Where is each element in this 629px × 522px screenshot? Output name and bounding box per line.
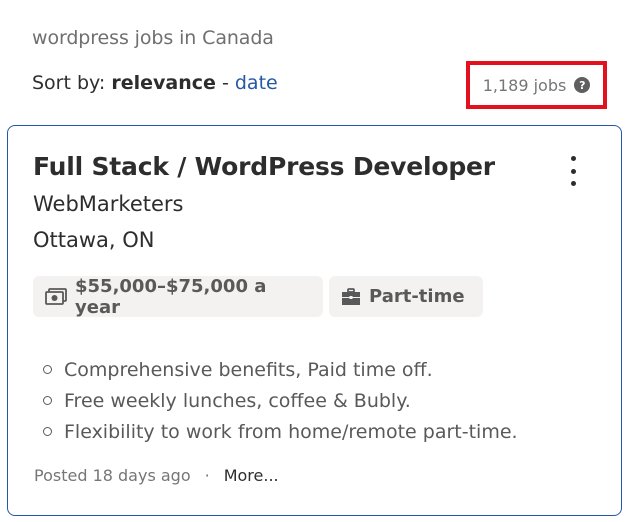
- kebab-menu-icon[interactable]: [564, 154, 582, 188]
- footer-separator: ·: [204, 466, 210, 485]
- job-footer: Posted 18 days ago · More...: [34, 466, 279, 485]
- snippet-item: Comprehensive benefits, Paid time off.: [33, 354, 593, 385]
- sort-separator: -: [221, 72, 229, 94]
- snippet-item: Flexibility to work from home/remote par…: [33, 416, 593, 447]
- company-name: WebMarketers: [33, 192, 184, 216]
- search-query-title: wordpress jobs in Canada: [32, 27, 274, 49]
- kebab-dot: [570, 156, 576, 161]
- job-type-attribute: Part-time: [329, 276, 483, 317]
- bullet-icon: [43, 365, 52, 374]
- job-count-highlight: 1,189 jobs ?: [466, 61, 607, 109]
- snippet-text: Free weekly lunches, coffee & Bubly.: [64, 389, 411, 412]
- bullet-icon: [43, 396, 52, 405]
- sort-label: Sort by:: [32, 72, 106, 94]
- job-title[interactable]: Full Stack / WordPress Developer: [33, 152, 495, 181]
- sort-relevance: relevance: [111, 72, 216, 94]
- salary-text: $55,000–$75,000 a year: [75, 275, 267, 318]
- posted-date: Posted 18 days ago: [34, 466, 191, 485]
- sort-by-date-link[interactable]: date: [235, 72, 278, 94]
- kebab-dot: [570, 168, 576, 174]
- company-location: Ottawa, ON: [33, 228, 155, 252]
- page: wordpress jobs in Canada Sort by: releva…: [0, 0, 629, 522]
- job-card[interactable]: Full Stack / WordPress Developer WebMark…: [7, 125, 622, 516]
- snippet-text: Comprehensive benefits, Paid time off.: [64, 358, 433, 381]
- job-count: 1,189 jobs: [482, 75, 567, 95]
- briefcase-icon: [341, 287, 361, 306]
- job-type-text: Part-time: [369, 286, 465, 307]
- snippet-text: Flexibility to work from home/remote par…: [64, 420, 518, 443]
- snippet-item: Free weekly lunches, coffee & Bubly.: [33, 385, 593, 416]
- money-icon: [45, 287, 67, 306]
- help-icon[interactable]: ?: [574, 77, 591, 93]
- kebab-dot: [570, 181, 576, 186]
- job-snippet: Comprehensive benefits, Paid time off. F…: [33, 354, 593, 447]
- bullet-icon: [43, 427, 52, 436]
- sort-options: Sort by: relevance - date: [32, 72, 278, 94]
- more-link[interactable]: More...: [224, 466, 279, 485]
- salary-attribute: $55,000–$75,000 a year: [33, 275, 323, 318]
